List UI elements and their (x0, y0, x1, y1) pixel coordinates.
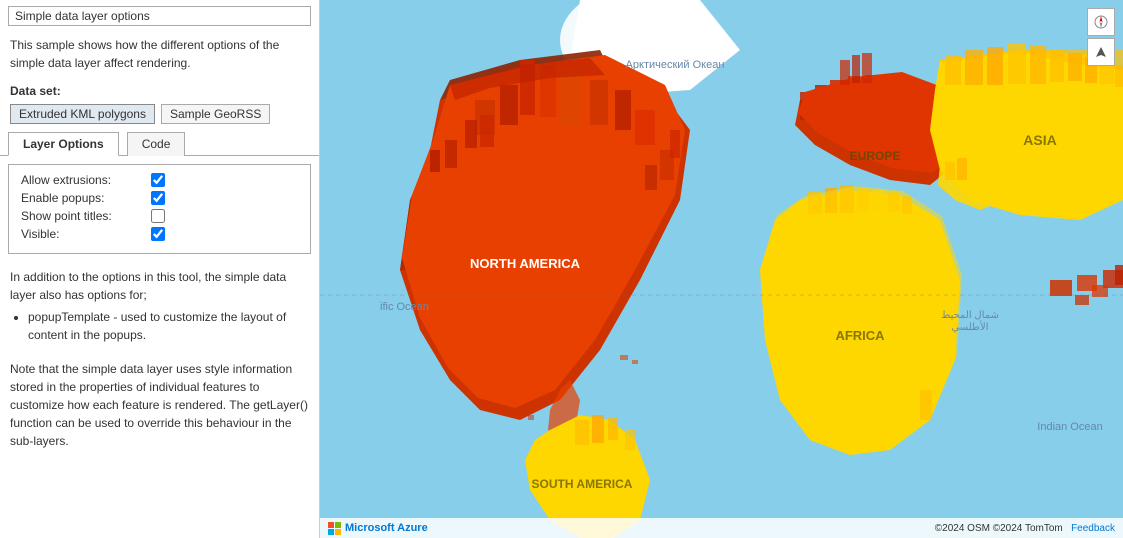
map-label-south-america: SOUTH AMERICA (532, 477, 633, 491)
option-show-point-titles: Show point titles: (21, 209, 298, 223)
option-allow-extrusions-checkbox[interactable] (151, 173, 165, 187)
map-label-europe: EUROPE (850, 149, 901, 163)
option-visible: Visible: (21, 227, 298, 241)
tab-layer-options[interactable]: Layer Options (8, 132, 119, 156)
compass-button[interactable] (1087, 8, 1115, 36)
map-label-africa: AFRICA (835, 328, 885, 343)
option-enable-popups: Enable popups: (21, 191, 298, 205)
tab-code[interactable]: Code (127, 132, 186, 156)
description-content: This sample shows how the different opti… (10, 38, 279, 70)
azure-brand-text: Microsoft Azure (345, 522, 428, 534)
map-label-north-america: NORTH AMERICA (470, 256, 581, 271)
map-label-asia: ASIA (1023, 132, 1056, 148)
map-label-north-atlantic-ar: شمال المحيط (941, 310, 999, 321)
option-enable-popups-label: Enable popups: (21, 191, 151, 205)
section-header-text: Simple data layer options (15, 9, 150, 23)
map-area[interactable]: Арктический Океан NORTH AMERICA SOUTH AM… (320, 0, 1123, 538)
tilt-button[interactable] (1087, 38, 1115, 66)
description-text: This sample shows how the different opti… (0, 32, 319, 80)
option-visible-checkbox[interactable] (151, 227, 165, 241)
info-text-2: Note that the simple data layer uses sty… (0, 354, 319, 456)
map-svg: Арктический Океан NORTH AMERICA SOUTH AM… (320, 0, 1123, 538)
section-header: Simple data layer options (8, 6, 311, 26)
svg-text:الأطلسي: الأطلسي (951, 321, 988, 333)
option-show-point-titles-label: Show point titles: (21, 209, 151, 223)
options-panel: Allow extrusions: Enable popups: Show po… (8, 164, 311, 254)
ms-sq-red (328, 522, 334, 528)
dataset-buttons: Extruded KML polygons Sample GeoRSS (0, 102, 319, 132)
option-allow-extrusions: Allow extrusions: (21, 173, 298, 187)
map-footer: Microsoft Azure ©2024 OSM ©2024 TomTom F… (320, 518, 1123, 538)
option-show-point-titles-checkbox[interactable] (151, 209, 165, 223)
dataset-label: Data set: (0, 80, 319, 102)
map-label-atlantic-abbr: ific Ocean (380, 301, 429, 313)
info-list: popupTemplate - used to customize the la… (28, 308, 309, 344)
left-panel: Simple data layer options This sample sh… (0, 0, 320, 538)
dataset-label-text: Data set: (10, 84, 61, 98)
map-label-arctic: Арктический Океан (626, 59, 725, 71)
feedback-link[interactable]: Feedback (1071, 523, 1115, 534)
ms-sq-blue (328, 529, 334, 535)
map-controls (1087, 8, 1115, 66)
dataset-btn-kml[interactable]: Extruded KML polygons (10, 104, 155, 124)
ms-sq-yellow (335, 529, 341, 535)
info2-content: Note that the simple data layer uses sty… (10, 362, 308, 448)
info-text-1: In addition to the options in this tool,… (0, 262, 319, 354)
map-copyright: ©2024 OSM ©2024 TomTom Feedback (935, 523, 1115, 534)
option-visible-label: Visible: (21, 227, 151, 241)
map-label-indian-ocean: Indian Ocean (1037, 421, 1102, 433)
azure-logo: Microsoft Azure (328, 522, 428, 535)
option-allow-extrusions-label: Allow extrusions: (21, 173, 151, 187)
copyright-text: ©2024 OSM ©2024 TomTom (935, 523, 1063, 534)
info1-content: In addition to the options in this tool,… (10, 270, 286, 302)
tabs: Layer Options Code (0, 132, 319, 156)
ms-logo (328, 522, 341, 535)
info-list-item-1-text: popupTemplate - used to customize the la… (28, 310, 286, 342)
option-enable-popups-checkbox[interactable] (151, 191, 165, 205)
dataset-btn-georss[interactable]: Sample GeoRSS (161, 104, 270, 124)
ms-sq-green (335, 522, 341, 528)
info-list-item-1: popupTemplate - used to customize the la… (28, 308, 309, 344)
